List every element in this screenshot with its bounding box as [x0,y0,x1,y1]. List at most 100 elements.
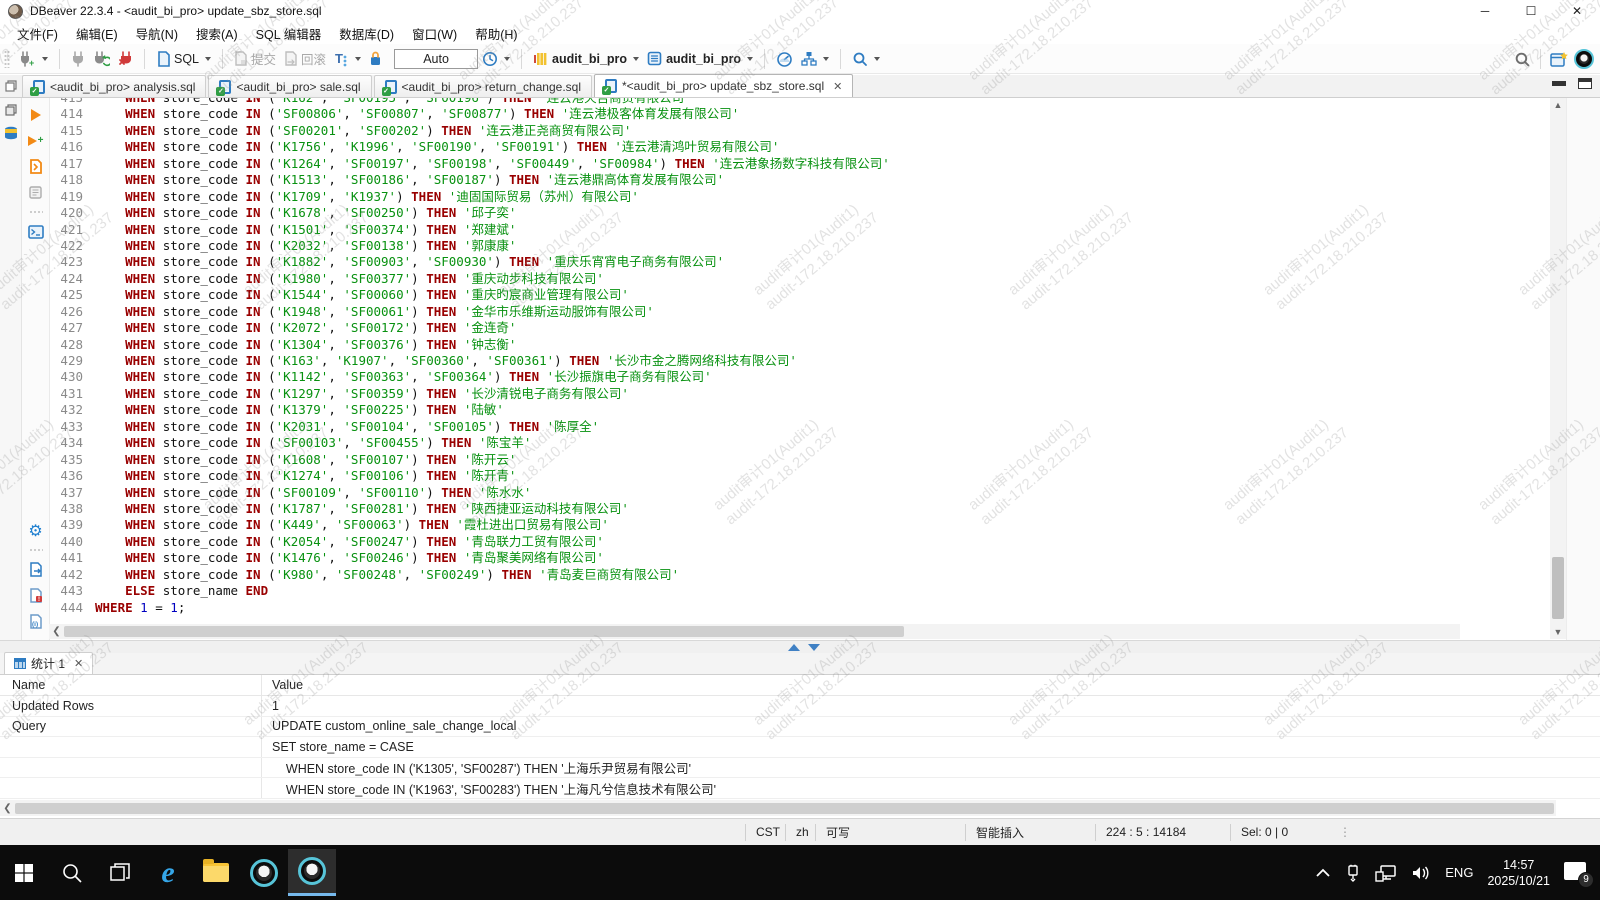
sash-down-icon[interactable] [808,644,820,651]
taskbar-clock[interactable]: 14:57 2025/10/21 [1487,857,1550,889]
connect-button[interactable] [67,49,89,69]
editor-settings-gear-icon[interactable]: ⚙ [27,522,44,539]
task-view-button[interactable] [96,849,144,896]
editor-list-icon[interactable] [0,75,22,97]
code-line[interactable]: 429 WHEN store_code IN ('K163', 'K1907',… [51,353,1511,369]
editor-tab[interactable]: ✓*<audit_bi_pro> update_sbz_store.sql✕ [594,74,853,97]
taskbar-search-button[interactable] [48,849,96,896]
code-line[interactable]: 434 WHEN store_code IN ('SF00103', 'SF00… [51,435,1511,451]
restore-pane-icon[interactable] [5,104,17,116]
code-line[interactable]: 439 WHEN store_code IN ('K449', 'SF00063… [51,517,1511,533]
status-item[interactable]: Sel: 0 | 0 [1230,824,1325,841]
table-row[interactable]: SET store_name = CASE [0,737,1600,758]
code-line[interactable]: 414 WHEN store_code IN ('SF00806', 'SF00… [51,106,1511,122]
code-line[interactable]: 428 WHEN store_code IN ('K1304', 'SF0037… [51,337,1511,353]
sash-up-icon[interactable] [788,644,800,651]
explain-plan-button[interactable] [27,184,44,201]
reconnect-button[interactable] [89,49,114,69]
sql-editor-button[interactable]: SQL [152,49,215,69]
commit-mode-combo[interactable]: Auto [394,49,478,69]
menu-item[interactable]: 帮助(H) [466,22,526,45]
volume-icon[interactable] [1411,864,1431,882]
scroll-down-arrow[interactable]: ▼ [1550,627,1566,637]
code-line[interactable]: 443 ELSE store_name END [51,583,1511,599]
dbeaver-profile-icon[interactable] [1574,49,1594,69]
error-log-icon[interactable]: ! [27,587,44,604]
code-line[interactable]: 422 WHEN store_code IN ('K2032', 'SF0013… [51,238,1511,254]
table-row[interactable]: QueryUPDATE custom_online_sale_change_lo… [0,717,1600,738]
sql-code-editor[interactable]: 413 WHEN store_code IN ('K162', 'SF00195… [51,98,1546,640]
editor-vertical-scrollbar[interactable]: ▲ ▼ [1550,98,1566,639]
vscroll-thumb[interactable] [1552,557,1564,619]
code-line[interactable]: 433 WHEN store_code IN ('K2031', 'SF0010… [51,419,1511,435]
connection-selector[interactable]: audit_bi_pro [529,49,643,68]
execute-new-tab-button[interactable]: + [27,132,44,149]
start-button[interactable] [0,849,48,896]
close-tab-icon[interactable]: ✕ [833,80,842,93]
code-line[interactable]: 427 WHEN store_code IN ('K2072', 'SF0017… [51,320,1511,336]
usb-icon[interactable] [1345,864,1361,882]
file-explorer-icon[interactable] [192,849,240,896]
code-line[interactable]: 417 WHEN store_code IN ('K1264', 'SF0019… [51,156,1511,172]
disconnect-button[interactable] [114,49,137,69]
code-line[interactable]: 421 WHEN store_code IN ('K1501', 'SF0037… [51,222,1511,238]
column-header-name[interactable]: Name [0,675,262,695]
network-icon[interactable] [1375,864,1397,882]
results-hscroll-thumb[interactable] [15,803,1554,814]
status-overflow-dots[interactable]: ⋮ [1339,825,1352,839]
export-result-icon[interactable] [27,561,44,578]
dashboard-button[interactable] [772,49,797,69]
quick-search-icon[interactable] [1514,51,1531,68]
scroll-up-arrow[interactable]: ▲ [1550,100,1566,110]
transaction-mode-button[interactable]: T [330,49,365,69]
column-header-value[interactable]: Value [262,675,1600,695]
maximize-button[interactable]: ☐ [1508,0,1554,22]
results-scroll-left-arrow[interactable]: ❮ [0,803,15,814]
table-row[interactable]: WHEN store_code IN ('K1963', 'SF00283') … [0,778,1600,799]
language-indicator[interactable]: ENG [1445,865,1473,880]
editor-horizontal-scrollbar[interactable]: ❮ [49,624,1460,639]
database-navigator-icon[interactable] [3,126,19,141]
statistics-tab[interactable]: 统计 1 ✕ [4,652,93,674]
execute-statement-button[interactable] [27,106,44,123]
code-line[interactable]: 438 WHEN store_code IN ('K1787', 'SF0028… [51,501,1511,517]
code-line[interactable]: 442 WHEN store_code IN ('K980', 'SF00248… [51,567,1511,583]
close-statistics-tab-icon[interactable]: ✕ [74,657,83,670]
perspective-icon[interactable] [1550,51,1568,68]
transaction-log-button[interactable] [478,49,514,69]
menu-item[interactable]: 窗口(W) [403,22,466,45]
code-line[interactable]: 440 WHEN store_code IN ('K2054', 'SF0024… [51,534,1511,550]
code-line[interactable]: 413 WHEN store_code IN ('K162', 'SF00195… [51,98,1511,106]
status-item[interactable]: CST [745,824,785,841]
code-line[interactable]: 432 WHEN store_code IN ('K1379', 'SF0022… [51,402,1511,418]
status-item[interactable]: zh [785,824,815,841]
menu-item[interactable]: 导航(N) [127,22,187,45]
menu-item[interactable]: SQL 编辑器 [247,22,331,45]
table-row[interactable]: WHEN store_code IN ('K1305', 'SF00287') … [0,758,1600,779]
code-line[interactable]: 415 WHEN store_code IN ('SF00201', 'SF00… [51,123,1511,139]
code-line[interactable]: 441 WHEN store_code IN ('K1476', 'SF0024… [51,550,1511,566]
code-line[interactable]: 426 WHEN store_code IN ('K1948', 'SF0006… [51,304,1511,320]
code-line[interactable]: 420 WHEN store_code IN ('K1678', 'SF0025… [51,205,1511,221]
action-center-icon[interactable]: 9 [1564,862,1590,884]
code-line[interactable]: 431 WHEN store_code IN ('K1297', 'SF0035… [51,386,1511,402]
panel-sash[interactable] [0,640,1600,653]
code-line[interactable]: 425 WHEN store_code IN ('K1544', 'SF0006… [51,287,1511,303]
internet-explorer-icon[interactable]: e [144,849,192,896]
tray-chevron-icon[interactable] [1315,868,1331,878]
find-button[interactable] [848,49,884,69]
rollback-button[interactable]: 回滚 [280,47,330,70]
menu-item[interactable]: 搜索(A) [187,22,247,45]
schema-selector[interactable]: audit_bi_pro [643,49,757,68]
code-line[interactable]: 419 WHEN store_code IN ('K1709', 'K1937'… [51,189,1511,205]
hscroll-thumb[interactable] [64,626,904,637]
open-console-button[interactable] [27,223,44,240]
dbeaver-taskbar-icon[interactable] [240,849,288,896]
status-item[interactable]: 224 : 5 : 14184 [1095,824,1230,841]
execute-script-button[interactable] [27,158,44,175]
dbeaver-taskbar-icon-active[interactable] [288,849,336,896]
scroll-left-arrow[interactable]: ❮ [49,626,64,637]
commit-button[interactable]: 提交 [230,47,280,70]
code-line[interactable]: 424 WHEN store_code IN ('K1980', 'SF0037… [51,271,1511,287]
code-line[interactable]: 444WHERE 1 = 1; [51,600,1511,616]
